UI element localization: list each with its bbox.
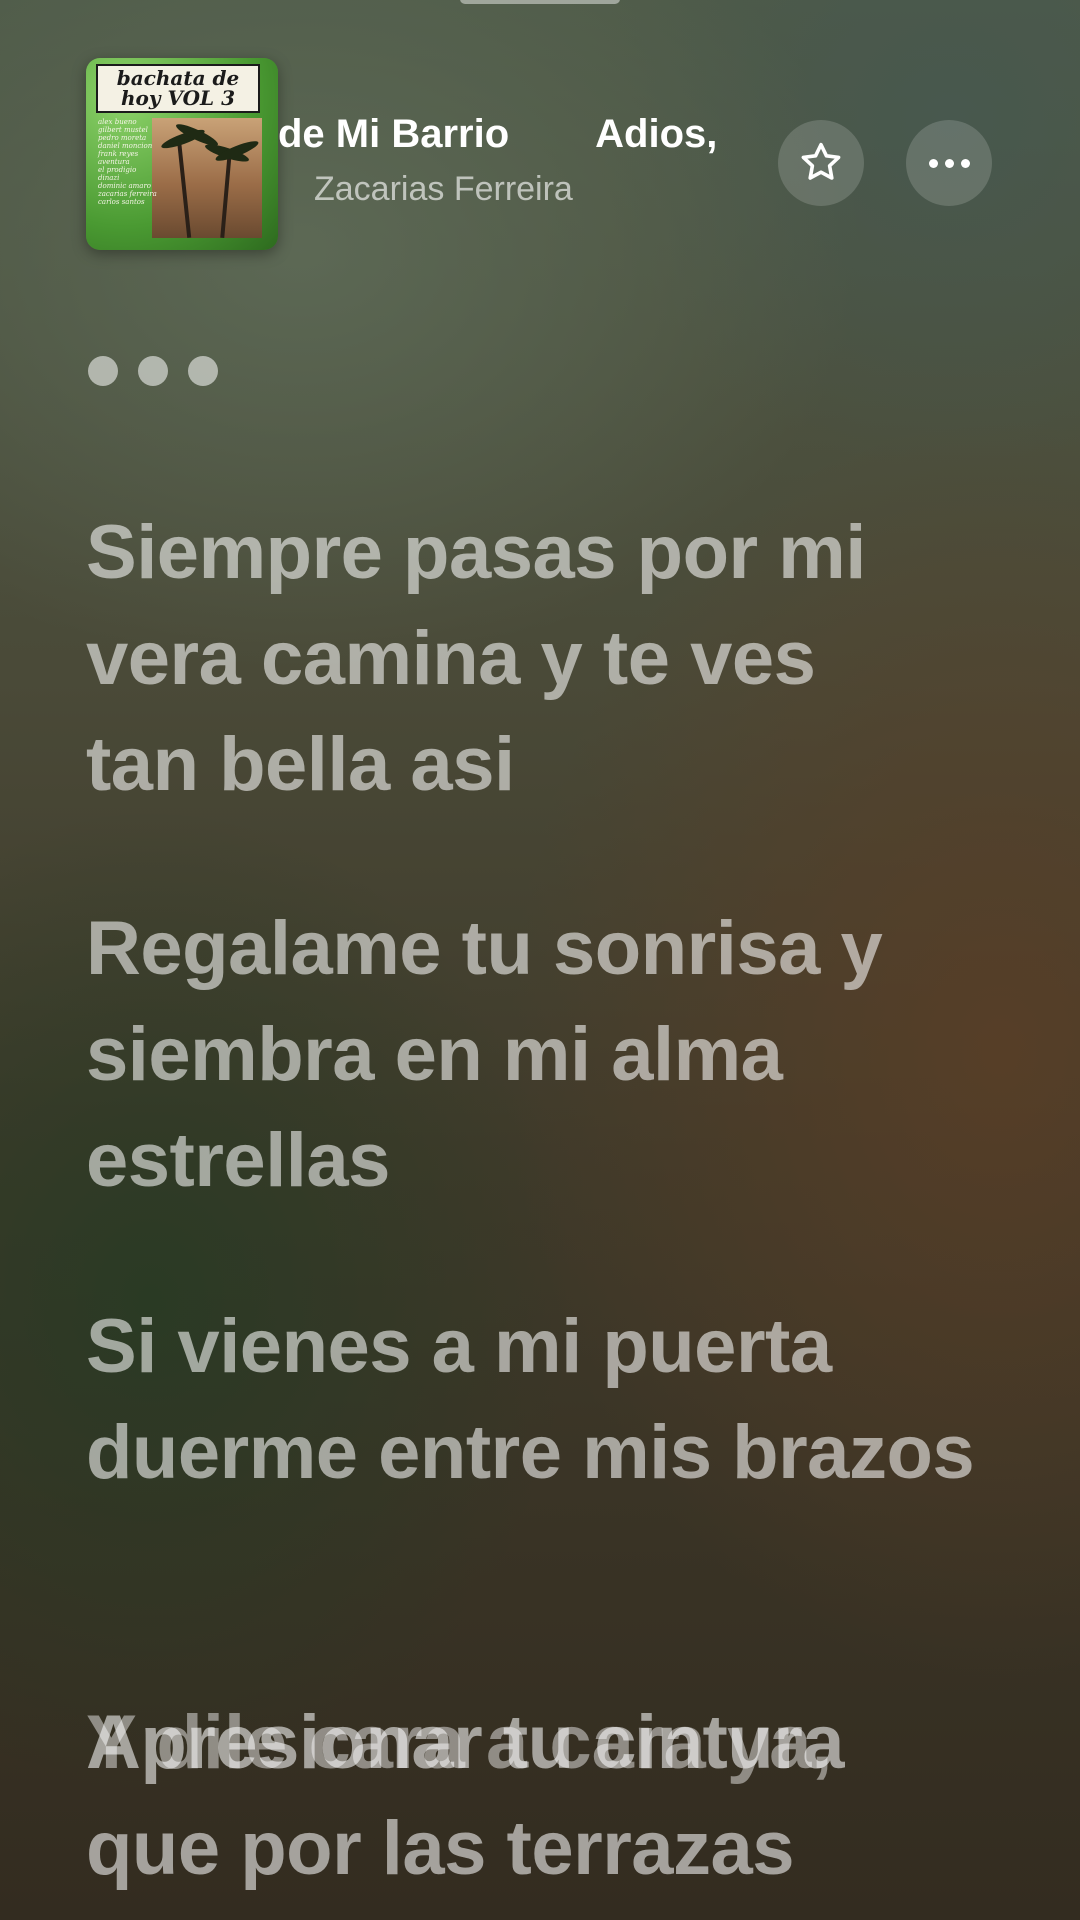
- song-title: de Mi Barrio: [278, 112, 510, 156]
- interlude-dots-icon: [88, 356, 218, 386]
- album-art-title: bachata de hoy VOL 3: [96, 64, 260, 113]
- artist-name[interactable]: Zacarias Ferreira: [314, 170, 573, 209]
- now-playing-header: bachata de hoy VOL 3 alex bueno gilbert m…: [0, 0, 1080, 260]
- favorite-button[interactable]: [778, 120, 864, 206]
- track-info[interactable]: de Mi Barrio Adios, Zacarias Ferreira: [278, 112, 758, 212]
- lyric-line-overlap: Y dile cara a cara ya,: [86, 1700, 833, 1785]
- ellipsis-icon: [928, 158, 970, 168]
- star-icon: [801, 142, 841, 180]
- lyric-line[interactable]: Regalame tu sonrisa y siembra en mi alma…: [86, 896, 986, 1214]
- more-button[interactable]: [906, 120, 992, 206]
- song-title-marquee: de Mi Barrio Adios,: [278, 112, 717, 157]
- lyric-line[interactable]: Siempre pasas por mi vera camina y te ve…: [86, 500, 886, 818]
- song-title-repeat: Adios,: [595, 112, 718, 156]
- album-art-artist-list: alex bueno gilbert mustel pedro moreta dani…: [98, 118, 157, 206]
- album-art[interactable]: bachata de hoy VOL 3 alex bueno gilbert m…: [86, 58, 278, 250]
- album-art-photo: [152, 118, 262, 239]
- lyric-line[interactable]: Si vienes a mi puerta duerme entre mis b…: [86, 1294, 986, 1506]
